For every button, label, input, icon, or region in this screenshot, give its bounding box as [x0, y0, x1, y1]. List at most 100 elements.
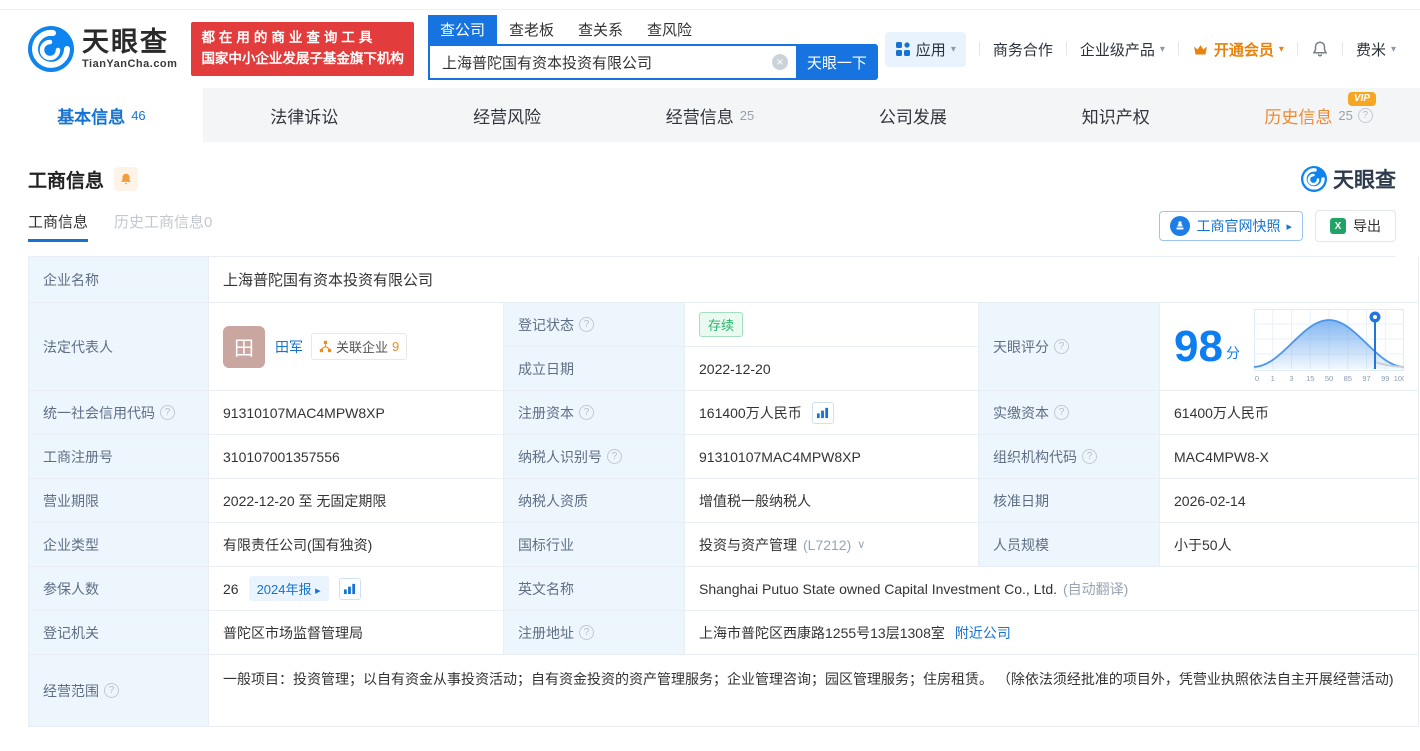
establish-date-value: 2022-12-20	[685, 347, 979, 391]
watermark-swirl-icon	[1301, 166, 1327, 192]
tab-basic-info[interactable]: 基本信息 46	[0, 88, 203, 142]
help-icon[interactable]: ?	[1357, 107, 1373, 123]
search-tab-boss[interactable]: 查老板	[497, 15, 566, 44]
search-tab-relation[interactable]: 查关系	[566, 15, 635, 44]
export-label: 导出	[1353, 218, 1381, 234]
reg-authority-label: 登记机关	[29, 611, 209, 655]
subtab-history-business-info[interactable]: 历史工商信息0	[114, 211, 212, 242]
english-name-value: Shanghai Putuo State owned Capital Inves…	[685, 567, 1419, 611]
industry-code: (L7212)	[803, 536, 852, 553]
grid-icon	[895, 42, 910, 56]
taxpayer-id-label: 纳税人识别号 ?	[504, 435, 685, 479]
related-companies-badge[interactable]: 关联企业 9	[311, 333, 408, 360]
header: 天眼查 TianYanCha.com 都在用的商业查询工具 国家中小企业发展子基…	[0, 10, 1420, 88]
cooperation-menu[interactable]: 商务合作	[993, 39, 1053, 60]
tab-label: 经营信息	[665, 107, 734, 127]
stamp-icon	[1170, 216, 1191, 236]
approval-date-label: 核准日期	[979, 479, 1160, 523]
capital-chart-icon[interactable]	[811, 401, 834, 424]
enterprise-label: 企业级产品	[1079, 41, 1155, 59]
address-label: 注册地址 ?	[504, 611, 685, 655]
chevron-down-icon: ▾	[1390, 43, 1396, 55]
enterprise-products-menu[interactable]: 企业级产品 ▾	[1080, 39, 1165, 60]
nearby-companies-link[interactable]: 附近公司	[955, 623, 1011, 643]
tianyancha-logo[interactable]: 天眼查 TianYanCha.com	[28, 26, 177, 72]
tab-label: 法律诉讼	[270, 107, 339, 127]
apps-menu[interactable]: 应用 ▾	[884, 31, 966, 67]
help-icon[interactable]: ?	[104, 683, 119, 698]
company-name-value: 上海普陀国有资本投资有限公司	[209, 257, 1419, 303]
paid-capital-label: 实缴资本 ?	[979, 391, 1160, 435]
export-button[interactable]: X 导出	[1315, 210, 1396, 242]
search-area: 查公司 查老板 查关系 查风险 × 天眼一下	[427, 15, 878, 80]
tab-operation-info[interactable]: 经营信息 25	[609, 88, 812, 142]
chevron-down-icon: ▾	[1278, 43, 1284, 55]
subscribe-bell-icon[interactable]	[114, 167, 139, 191]
tab-count: 25	[739, 107, 755, 123]
legal-rep-label: 法定代表人	[29, 303, 209, 391]
help-icon[interactable]: ?	[607, 449, 622, 464]
search-input[interactable]	[427, 44, 796, 80]
reg-number-value: 310107001357556	[209, 435, 504, 479]
status-badge: 存续	[699, 312, 744, 337]
legal-rep-link[interactable]: 田军	[275, 337, 303, 357]
help-icon[interactable]: ?	[1054, 339, 1069, 354]
credit-code-label: 统一社会信用代码 ?	[29, 391, 209, 435]
establish-date-label: 成立日期	[504, 347, 685, 391]
help-icon[interactable]: ?	[579, 405, 594, 420]
related-count: 9	[392, 339, 400, 354]
subtab-business-info[interactable]: 工商信息	[28, 211, 89, 242]
legal-rep-value: 田 田军 关联企业 9	[209, 303, 504, 391]
company-type-value: 有限责任公司(国有独资)	[209, 523, 504, 567]
company-type-label: 企业类型	[29, 523, 209, 567]
help-icon[interactable]: ?	[160, 405, 175, 420]
logo-swirl-icon	[28, 26, 74, 72]
vip-badge: VIP	[1347, 92, 1377, 106]
company-nav-tabs: 基本信息 46 法律诉讼 经营风险 经营信息 25 公司发展 知识产权 VIP …	[0, 88, 1420, 142]
tab-legal-lawsuits[interactable]: 法律诉讼	[203, 88, 406, 142]
staff-size-value: 小于50人	[1160, 523, 1419, 567]
tab-company-development[interactable]: 公司发展	[811, 88, 1014, 142]
open-vip-menu[interactable]: 开通会员 ▾	[1192, 39, 1284, 60]
user-menu[interactable]: 费米 ▾	[1356, 39, 1396, 60]
help-icon[interactable]: ?	[579, 317, 594, 332]
legal-rep-avatar[interactable]: 田	[223, 325, 265, 368]
svg-text:97: 97	[1362, 374, 1370, 383]
tab-label: 基本信息	[57, 107, 126, 127]
annual-report-badge[interactable]: 2024年报 ▸	[248, 576, 329, 601]
arrow-right-icon: ▸	[315, 585, 321, 597]
official-snapshot-button[interactable]: 工商官网快照 ▸	[1159, 211, 1303, 241]
reg-capital-value: 161400万人民币	[685, 391, 979, 435]
score-unit: 分	[1225, 344, 1240, 361]
taxpayer-quality-value: 增值税一般纳税人	[685, 479, 979, 523]
help-icon[interactable]: ?	[1082, 449, 1097, 464]
approval-date-value: 2026-02-14	[1160, 479, 1419, 523]
reg-number-label: 工商注册号	[29, 435, 209, 479]
help-icon[interactable]: ?	[579, 625, 594, 640]
open-vip-label: 开通会员	[1213, 41, 1274, 59]
tab-operation-risk[interactable]: 经营风险	[406, 88, 609, 142]
tab-history-info[interactable]: VIP 历史信息 25 ?	[1217, 88, 1420, 142]
business-info-table: 企业名称 上海普陀国有资本投资有限公司 法定代表人 田 田军 关联企业 9 登记…	[28, 256, 1419, 727]
header-menu: 应用 ▾ 商务合作 企业级产品 ▾ 开通会员 ▾ 费米 ▾	[884, 31, 1396, 67]
search-tab-risk[interactable]: 查风险	[635, 15, 704, 44]
insured-label: 参保人数	[29, 567, 209, 611]
excel-icon: X	[1330, 218, 1346, 234]
clear-icon[interactable]: ×	[771, 54, 788, 70]
org-code-label: 组织机构代码 ?	[979, 435, 1160, 479]
insured-chart-icon[interactable]	[338, 577, 361, 600]
search-button[interactable]: 天眼一下	[795, 44, 878, 80]
search-tab-company[interactable]: 查公司	[427, 15, 497, 44]
svg-text:3: 3	[1289, 374, 1293, 383]
industry-value: 投资与资产管理 (L7212) ∨	[685, 523, 979, 567]
help-icon[interactable]: ?	[1054, 405, 1069, 420]
watermark-text: 天眼查	[1333, 169, 1396, 192]
notification-bell-icon[interactable]	[1311, 40, 1329, 58]
tab-intellectual-property[interactable]: 知识产权	[1014, 88, 1217, 142]
business-term-label: 营业期限	[29, 479, 209, 523]
apps-label: 应用	[915, 41, 946, 59]
chevron-down-icon[interactable]: ∨	[857, 538, 865, 551]
search-tabs: 查公司 查老板 查关系 查风险	[427, 15, 878, 44]
business-scope-label: 经营范围 ?	[29, 655, 209, 727]
org-code-value: MAC4MPW8-X	[1160, 435, 1419, 479]
